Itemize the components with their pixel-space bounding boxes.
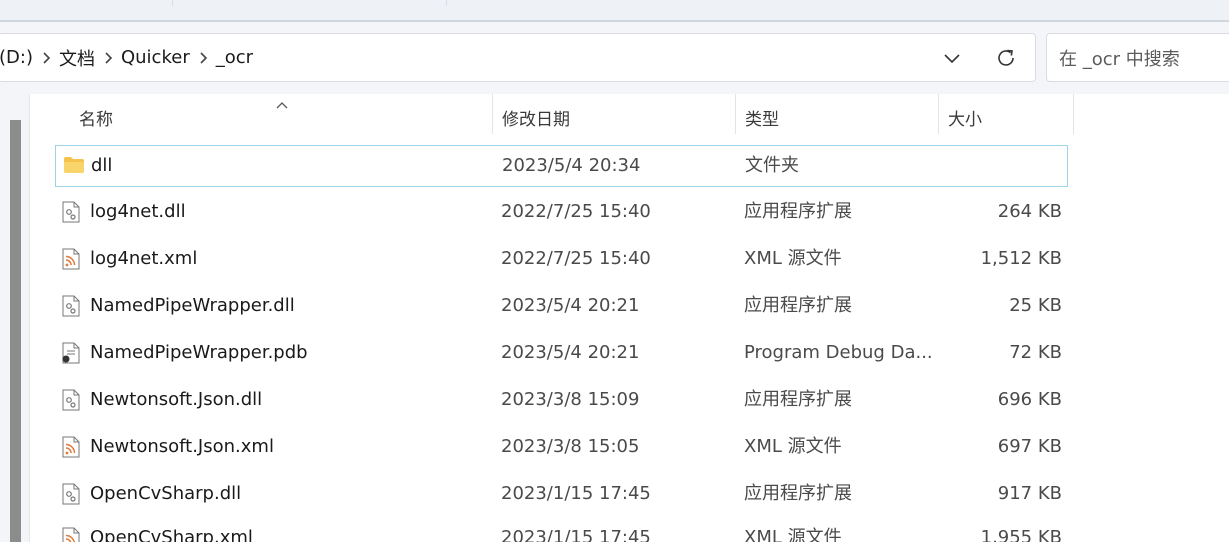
file-list: dll 2023/5/4 20:34 文件夹 log4net.dll 2022/… [30, 140, 1229, 542]
tab-divider [172, 0, 173, 6]
column-divider[interactable] [938, 94, 939, 134]
file-size: 1,512 KB [980, 248, 1062, 269]
chevron-down-icon [944, 54, 960, 64]
file-explorer-window: (D:) 文档 Quicker _ocr 在 _ocr 中搜索 名称 修改日期 … [0, 0, 1229, 542]
file-modified: 2023/3/8 15:09 [501, 389, 640, 410]
breadcrumb-drive[interactable]: (D:) [0, 47, 37, 68]
search-box[interactable] [1046, 33, 1229, 82]
search-input[interactable] [1057, 46, 1229, 72]
file-name: log4net.xml [90, 248, 198, 269]
file-name: Newtonsoft.Json.xml [90, 436, 274, 457]
file-type: 文件夹 [745, 155, 799, 176]
column-modified[interactable]: 修改日期 [502, 94, 570, 140]
breadcrumb-ocr[interactable]: _ocr [212, 47, 257, 68]
list-item[interactable]: dll 2023/5/4 20:34 文件夹 [55, 145, 1068, 187]
dll-file-icon [62, 483, 82, 505]
file-type: 应用程序扩展 [744, 389, 852, 410]
file-size: 25 KB [1009, 295, 1062, 316]
tab-divider [446, 0, 447, 6]
list-item[interactable]: log4net.dll 2022/7/25 15:40 应用程序扩展 264 K… [55, 192, 1068, 234]
address-bar[interactable]: (D:) 文档 Quicker _ocr [0, 33, 1036, 82]
column-header: 名称 修改日期 类型 大小 [30, 94, 1229, 140]
file-type: Program Debug Da... [744, 342, 933, 363]
refresh-icon [998, 49, 1014, 66]
pdb-file-icon [62, 342, 82, 364]
file-size: 72 KB [1009, 342, 1062, 363]
list-item[interactable]: Newtonsoft.Json.dll 2023/3/8 15:09 应用程序扩… [55, 380, 1068, 422]
file-type: 应用程序扩展 [744, 483, 852, 504]
column-divider[interactable] [492, 94, 493, 134]
dll-file-icon [62, 295, 82, 317]
chevron-right-icon[interactable] [37, 51, 55, 65]
list-item[interactable]: Newtonsoft.Json.xml 2023/3/8 15:05 XML 源… [55, 427, 1068, 469]
xml-file-icon [62, 248, 82, 270]
list-item[interactable]: NamedPipeWrapper.pdb 2023/5/4 20:21 Prog… [55, 333, 1068, 375]
file-modified: 2022/7/25 15:40 [501, 201, 651, 222]
navigation-pane-scrollbar[interactable] [0, 94, 30, 542]
xml-file-icon [62, 436, 82, 458]
breadcrumb-quicker[interactable]: Quicker [117, 47, 194, 68]
column-size[interactable]: 大小 [948, 94, 982, 140]
file-size: 264 KB [997, 201, 1062, 222]
file-type: XML 源文件 [744, 248, 842, 269]
file-name: Newtonsoft.Json.dll [90, 389, 263, 410]
column-name[interactable]: 名称 [79, 94, 113, 140]
column-divider[interactable] [1073, 94, 1074, 134]
file-modified: 2023/5/4 20:34 [502, 155, 641, 176]
list-item[interactable]: log4net.xml 2022/7/25 15:40 XML 源文件 1,51… [55, 239, 1068, 281]
folder-icon [63, 155, 84, 177]
breadcrumb: (D:) 文档 Quicker _ocr [0, 34, 257, 81]
address-history-dropdown[interactable] [939, 46, 965, 70]
file-modified: 2023/1/15 17:45 [501, 483, 651, 504]
list-item[interactable]: OpenCvSharp.xml 2023/1/15 17:45 XML 源文件 … [55, 518, 1068, 542]
sort-ascending-icon [276, 94, 288, 113]
file-name: NamedPipeWrapper.dll [90, 295, 295, 316]
refresh-button[interactable] [992, 45, 1020, 71]
chevron-right-icon[interactable] [194, 51, 212, 65]
chevron-right-icon[interactable] [99, 51, 117, 65]
breadcrumb-documents[interactable]: 文档 [55, 45, 99, 71]
list-item[interactable]: NamedPipeWrapper.dll 2023/5/4 20:21 应用程序… [55, 286, 1068, 328]
file-size: 917 KB [997, 483, 1062, 504]
file-modified: 2023/3/8 15:05 [501, 436, 640, 457]
dll-file-icon [62, 201, 82, 223]
file-type: XML 源文件 [744, 527, 842, 542]
file-size: 1,955 KB [980, 527, 1062, 542]
file-modified: 2023/5/4 20:21 [501, 295, 640, 316]
dll-file-icon [62, 389, 82, 411]
scrollbar-thumb[interactable] [10, 120, 21, 542]
file-name: dll [91, 155, 113, 176]
file-modified: 2023/5/4 20:21 [501, 342, 640, 363]
file-modified: 2022/7/25 15:40 [501, 248, 651, 269]
file-name: OpenCvSharp.xml [90, 527, 253, 542]
file-modified: 2023/1/15 17:45 [501, 527, 651, 542]
file-type: 应用程序扩展 [744, 295, 852, 316]
column-divider[interactable] [735, 94, 736, 134]
column-type[interactable]: 类型 [745, 94, 779, 140]
file-name: log4net.dll [90, 201, 186, 222]
file-name: NamedPipeWrapper.pdb [90, 342, 308, 363]
xml-file-icon [62, 527, 82, 542]
list-item[interactable]: OpenCvSharp.dll 2023/1/15 17:45 应用程序扩展 9… [55, 474, 1068, 516]
file-type: XML 源文件 [744, 436, 842, 457]
file-size: 697 KB [997, 436, 1062, 457]
file-name: OpenCvSharp.dll [90, 483, 242, 504]
file-size: 696 KB [997, 389, 1062, 410]
tab-strip [0, 0, 1229, 20]
file-type: 应用程序扩展 [744, 201, 852, 222]
